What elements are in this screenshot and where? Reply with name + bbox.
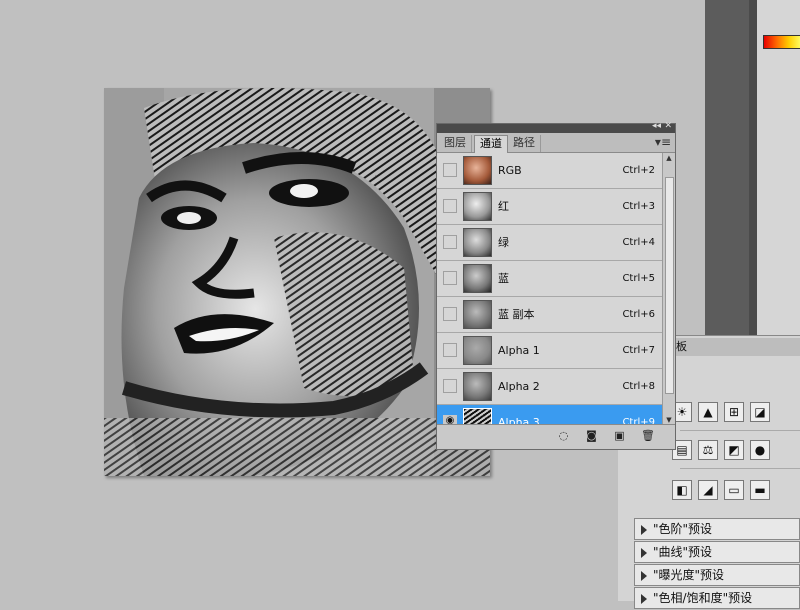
right-panel-dock (705, 0, 800, 335)
adjustments-tab[interactable]: 板 (670, 338, 800, 356)
visibility-toggle[interactable] (443, 199, 457, 213)
color-panel (757, 0, 800, 335)
tab-layers[interactable]: 图层 (439, 135, 472, 152)
adjustments-icon-row-3: ◧ ◢ ▭ ▬ (672, 480, 770, 500)
delete-channel-icon[interactable]: 🗑 (641, 430, 655, 442)
color-ramp[interactable] (763, 35, 800, 49)
gradient-map-icon[interactable]: ▭ (724, 480, 744, 500)
photo-filter-icon[interactable]: ● (750, 440, 770, 460)
channel-name: 红 (498, 200, 509, 213)
channel-thumbnail (463, 192, 492, 221)
channel-thumbnail (463, 264, 492, 293)
expand-triangle-icon (641, 570, 647, 581)
black-white-icon[interactable]: ◩ (724, 440, 744, 460)
adjustments-icon-row-2: ▤ ⚖ ◩ ● (672, 440, 770, 460)
channel-shortcut: Ctrl+5 (622, 273, 655, 284)
channel-row-rgb[interactable]: RGB Ctrl+2 (437, 153, 663, 189)
visibility-toggle[interactable] (443, 343, 457, 357)
invert-icon[interactable]: ◧ (672, 480, 692, 500)
adjustments-divider (680, 430, 800, 431)
channel-name: 蓝 (498, 272, 509, 285)
embossed-face-image (104, 88, 490, 476)
channel-name: Alpha 2 (498, 380, 540, 393)
channels-panel: ◂◂ ✕ 图层 通道 路径 ▾≡ RGB Ctrl+2 红 Ctrl+3 绿 C… (436, 121, 676, 450)
exposure-icon[interactable]: ◪ (750, 402, 770, 422)
scroll-up-icon[interactable]: ▲ (663, 153, 675, 163)
channel-row-alpha-2[interactable]: Alpha 2 Ctrl+8 (437, 369, 663, 405)
panel-bottom-bar: ◌ ◙ ▣ 🗑 (437, 424, 675, 449)
tab-channels[interactable]: 通道 (474, 135, 508, 153)
collapse-icon[interactable]: ◂◂ (652, 121, 661, 131)
channel-shortcut: Ctrl+7 (622, 345, 655, 356)
channel-thumbnail (463, 300, 492, 329)
tab-paths[interactable]: 路径 (508, 135, 541, 152)
channel-thumbnail (463, 156, 492, 185)
channel-row-red[interactable]: 红 Ctrl+3 (437, 189, 663, 225)
panel-title-bar[interactable]: ◂◂ ✕ (437, 121, 675, 133)
visibility-toggle[interactable] (443, 307, 457, 321)
channel-shortcut: Ctrl+6 (622, 309, 655, 320)
channel-list-scrollbar[interactable]: ▲ ▼ (662, 153, 675, 425)
preset-exposure[interactable]: "曝光度"预设 (634, 564, 800, 586)
channel-name: RGB (498, 164, 522, 177)
color-balance-icon[interactable]: ⚖ (698, 440, 718, 460)
expand-triangle-icon (641, 593, 647, 604)
channel-row-blue-copy[interactable]: 蓝 副本 Ctrl+6 (437, 297, 663, 333)
threshold-icon[interactable]: ◢ (698, 480, 718, 500)
preset-levels[interactable]: "色阶"预设 (634, 518, 800, 540)
channel-thumbnail (463, 372, 492, 401)
document-canvas[interactable] (104, 88, 490, 476)
panel-tabs: 图层 通道 路径 ▾≡ (437, 133, 675, 153)
channel-name: Alpha 1 (498, 344, 540, 357)
new-channel-icon[interactable]: ▣ (613, 430, 626, 442)
visibility-toggle[interactable] (443, 379, 457, 393)
visibility-toggle[interactable] (443, 271, 457, 285)
channel-thumbnail (463, 336, 492, 365)
adjustments-divider (680, 468, 800, 469)
channel-shortcut: Ctrl+2 (622, 165, 655, 176)
channel-name: 绿 (498, 236, 509, 249)
channel-row-green[interactable]: 绿 Ctrl+4 (437, 225, 663, 261)
preset-hue-saturation[interactable]: "色相/饱和度"预设 (634, 587, 800, 609)
visibility-toggle[interactable] (443, 163, 457, 177)
channel-name: 蓝 副本 (498, 308, 535, 321)
dock-separator (749, 0, 757, 335)
preset-curves[interactable]: "曲线"预设 (634, 541, 800, 563)
expand-triangle-icon (641, 524, 647, 535)
visibility-toggle[interactable] (443, 235, 457, 249)
channel-shortcut: Ctrl+4 (622, 237, 655, 248)
expand-triangle-icon (641, 547, 647, 558)
save-selection-icon[interactable]: ◙ (585, 430, 598, 442)
close-icon[interactable]: ✕ (664, 121, 672, 131)
channel-thumbnail (463, 228, 492, 257)
curves-icon[interactable]: ⊞ (724, 402, 744, 422)
scroll-thumb[interactable] (665, 177, 674, 394)
adjustments-icon-row-1: ☀ ▲ ⊞ ◪ (672, 402, 770, 422)
channel-row-blue[interactable]: 蓝 Ctrl+5 (437, 261, 663, 297)
selective-color-icon[interactable]: ▬ (750, 480, 770, 500)
load-selection-icon[interactable]: ◌ (557, 430, 570, 442)
panel-menu-icon[interactable]: ▾≡ (655, 135, 671, 149)
channel-row-alpha-1[interactable]: Alpha 1 Ctrl+7 (437, 333, 663, 369)
levels-icon[interactable]: ▲ (698, 402, 718, 422)
channel-shortcut: Ctrl+3 (622, 201, 655, 212)
channel-list: RGB Ctrl+2 红 Ctrl+3 绿 Ctrl+4 蓝 Ctrl+5 蓝 … (437, 153, 663, 441)
channel-shortcut: Ctrl+8 (622, 381, 655, 392)
preset-list: "色阶"预设 "曲线"预设 "曝光度"预设 "色相/饱和度"预设 (634, 518, 800, 610)
